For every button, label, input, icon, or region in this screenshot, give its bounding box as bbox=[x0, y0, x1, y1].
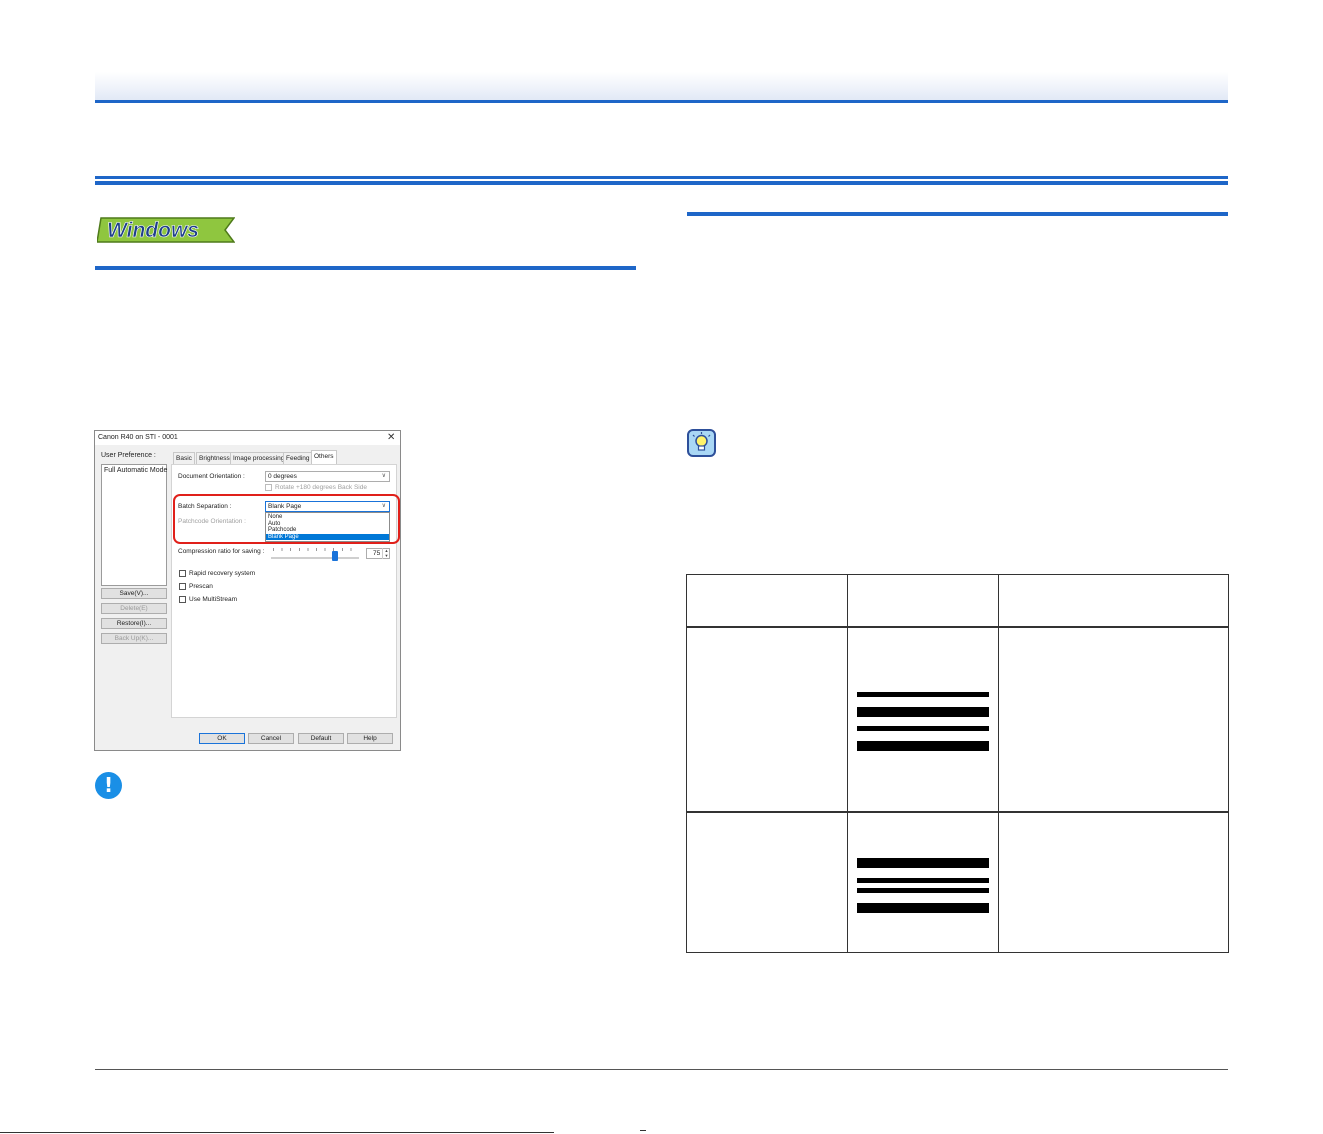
tab-feeding[interactable]: Feeding bbox=[283, 452, 313, 464]
pattern-bar bbox=[857, 707, 989, 717]
pattern-bar bbox=[857, 878, 989, 883]
user-preference-list[interactable]: Full Automatic Mode bbox=[101, 464, 167, 586]
compression-slider-track[interactable] bbox=[271, 557, 359, 559]
rotate-checkbox[interactable] bbox=[265, 484, 272, 491]
highlight-frame bbox=[173, 494, 400, 544]
tab-basic[interactable]: Basic bbox=[173, 452, 195, 464]
restore-button[interactable]: Restore(I)... bbox=[101, 618, 167, 629]
footer-rule bbox=[95, 1069, 1228, 1070]
compression-slider-thumb[interactable] bbox=[332, 551, 338, 561]
pattern-bar bbox=[857, 858, 989, 868]
lightbulb-glyph bbox=[692, 432, 711, 451]
dialog-titlebar: Canon R40 on STI - 0001 ✕ bbox=[95, 431, 400, 445]
ok-button[interactable]: OK bbox=[199, 733, 245, 744]
windows-badge-text: Windows bbox=[107, 219, 199, 242]
left-section-rule bbox=[95, 266, 636, 270]
default-button[interactable]: Default bbox=[298, 733, 344, 744]
right-section-rule bbox=[687, 212, 1228, 216]
prescan-checkbox[interactable] bbox=[179, 583, 186, 590]
pattern-bar bbox=[857, 888, 989, 893]
chevron-down-icon: ∨ bbox=[381, 473, 386, 479]
spin-arrows-icon[interactable]: ▲ ▼ bbox=[382, 548, 390, 559]
tab-others[interactable]: Others bbox=[311, 450, 337, 464]
help-button[interactable]: Help bbox=[347, 733, 393, 744]
settings-dialog: Canon R40 on STI - 0001 ✕ User Preferenc… bbox=[94, 430, 401, 751]
user-preference-label: User Preference : bbox=[101, 452, 156, 459]
title-rule-top bbox=[95, 176, 1228, 179]
multistream-checkbox[interactable] bbox=[179, 596, 186, 603]
header-rule bbox=[95, 100, 1228, 103]
close-icon[interactable]: ✕ bbox=[387, 432, 395, 443]
compression-label: Compression ratio for saving : bbox=[178, 548, 265, 555]
slider-ticks bbox=[273, 548, 359, 551]
multistream-label: Use MultiStream bbox=[189, 596, 238, 603]
title-rule-bottom bbox=[95, 181, 1228, 185]
save-button[interactable]: Save(V)... bbox=[101, 588, 167, 599]
footer-tick bbox=[640, 1130, 646, 1131]
tab-image-processing[interactable]: Image processing bbox=[230, 452, 288, 464]
lightbulb-icon bbox=[687, 429, 716, 457]
document-orientation-value: 0 degrees bbox=[268, 473, 297, 480]
pattern-bar bbox=[857, 726, 989, 731]
document-orientation-select[interactable]: 0 degrees ∨ bbox=[265, 471, 390, 482]
footer-underline bbox=[0, 1132, 554, 1133]
pattern-bar bbox=[857, 692, 989, 697]
prescan-label: Prescan bbox=[189, 583, 213, 590]
rapid-recovery-checkbox[interactable] bbox=[179, 570, 186, 577]
pattern-bar bbox=[857, 903, 989, 913]
pattern-bar bbox=[857, 741, 989, 751]
tab-brightness[interactable]: Brightness bbox=[196, 452, 233, 464]
back-up-button[interactable]: Back Up(K)... bbox=[101, 633, 167, 644]
dialog-title: Canon R40 on STI - 0001 bbox=[98, 434, 178, 441]
table-col-rule-1 bbox=[847, 575, 848, 952]
rapid-recovery-label: Rapid recovery system bbox=[189, 570, 256, 577]
example-table bbox=[686, 574, 1229, 953]
document-orientation-label: Document Orientation : bbox=[178, 473, 245, 480]
rotate-label: Rotate +180 degrees Back Side bbox=[275, 484, 367, 491]
table-row-rule bbox=[687, 811, 1228, 813]
windows-badge: Windows bbox=[97, 217, 235, 243]
list-item[interactable]: Full Automatic Mode bbox=[104, 467, 167, 474]
exclamation-icon: ! bbox=[95, 772, 122, 799]
header-band bbox=[95, 72, 1228, 102]
table-header-rule bbox=[687, 626, 1228, 628]
table-col-rule-2 bbox=[998, 575, 999, 952]
compression-value: 75 bbox=[373, 550, 381, 557]
cancel-button[interactable]: Cancel bbox=[248, 733, 294, 744]
delete-button[interactable]: Delete(E) bbox=[101, 603, 167, 614]
